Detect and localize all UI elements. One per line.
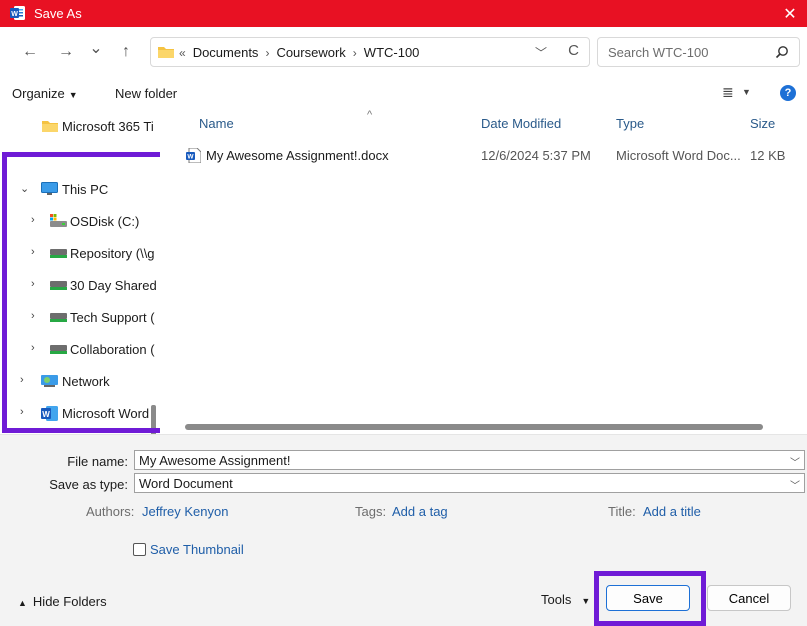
annotation-highlight-save (594, 571, 706, 626)
chevron-down-icon[interactable]: ▼ (742, 87, 751, 97)
file-name-label: File name: (67, 454, 128, 469)
save-as-type-label: Save as type: (49, 477, 128, 492)
chevron-down-icon: ▼ (581, 596, 591, 606)
command-bar: Organize ▼ New folder ≣ ▼ ? (0, 77, 807, 109)
recent-locations-button[interactable]: ⌄ (84, 36, 108, 60)
address-dropdown-icon[interactable]: ﹀ (535, 44, 547, 61)
word-icon: W (10, 6, 25, 20)
close-button[interactable]: ✕ (773, 0, 807, 27)
file-list: Name ^ Date Modified Type Size W My Awes… (160, 109, 807, 434)
authors-label: Authors: (86, 504, 135, 519)
chevron-down-icon[interactable]: ﹀ (790, 477, 800, 492)
search-box[interactable]: Search WTC-100 (597, 37, 800, 67)
column-header-label: Name (199, 116, 234, 131)
new-folder-button[interactable]: New folder (115, 86, 177, 101)
file-name-cell: My Awesome Assignment!.docx (206, 148, 389, 163)
search-input[interactable]: Search WTC-100 (608, 45, 708, 60)
checkbox-box[interactable] (133, 543, 146, 556)
authors-value[interactable]: Jeffrey Kenyon (142, 504, 228, 519)
organize-menu[interactable]: Organize ▼ (12, 86, 78, 101)
column-header-date-modified[interactable]: Date Modified (481, 116, 561, 131)
save-as-type-select[interactable]: Word Document ﹀ (134, 473, 805, 493)
hide-folders-label: Hide Folders (32, 594, 107, 609)
file-size-cell: 12 KB (750, 148, 786, 163)
file-type-cell: Microsoft Word Doc... (616, 148, 741, 163)
title-value[interactable]: Add a title (643, 504, 701, 519)
svg-text:W: W (187, 154, 194, 161)
chevron-down-icon: ▼ (68, 90, 78, 100)
file-name-input[interactable]: My Awesome Assignment! (139, 453, 291, 468)
breadcrumb-wtc-100[interactable]: WTC-100 (364, 45, 420, 60)
sort-ascending-icon: ^ (367, 109, 373, 121)
address-bar[interactable]: « Documents › Coursework › WTC-100 ﹀ C (150, 37, 590, 67)
breadcrumb-documents[interactable]: Documents (193, 45, 259, 60)
save-as-type-value: Word Document (139, 476, 233, 491)
navigation-row: ← → ⌄ ↑ « Documents › Coursework › WTC-1… (0, 27, 807, 77)
save-thumbnail-checkbox[interactable]: Save Thumbnail (133, 542, 244, 557)
breadcrumb: « Documents › Coursework › WTC-100 (179, 45, 419, 60)
file-name-field[interactable]: My Awesome Assignment! ﹀ (134, 450, 805, 470)
back-button[interactable]: ← (18, 40, 42, 64)
breadcrumb-coursework[interactable]: Coursework (276, 45, 345, 60)
tools-label: Tools (541, 592, 572, 607)
chevron-down-icon[interactable]: ﹀ (790, 454, 800, 469)
chevron-up-icon: ▲ (18, 598, 27, 608)
hide-folders-button[interactable]: ▲ Hide Folders (18, 594, 107, 609)
forward-button[interactable]: → (54, 40, 78, 64)
title-label: Title: (608, 504, 636, 519)
view-options-icon[interactable]: ≣ (722, 84, 734, 101)
save-thumbnail-label: Save Thumbnail (150, 542, 244, 557)
folder-icon (158, 47, 174, 58)
column-header-type[interactable]: Type (616, 116, 644, 131)
cancel-button[interactable]: Cancel (707, 585, 791, 611)
breadcrumb-separator-icon: › (352, 45, 357, 60)
sidebar-item-label: Microsoft 365 Ti (62, 119, 154, 134)
file-date-cell: 12/6/2024 5:37 PM (481, 148, 591, 163)
column-header-size[interactable]: Size (750, 116, 775, 131)
annotation-highlight-navigation (2, 152, 167, 433)
organize-label: Organize (12, 86, 65, 101)
save-options-panel: File name: My Awesome Assignment! ﹀ Save… (0, 434, 807, 564)
tools-menu[interactable]: Tools ▼ (541, 592, 590, 607)
up-button[interactable]: ↑ (114, 40, 138, 64)
tags-value[interactable]: Add a tag (392, 504, 448, 519)
title-bar: W Save As ✕ (0, 0, 807, 27)
help-button[interactable]: ? (780, 85, 796, 101)
breadcrumb-separator-icon: › (265, 45, 270, 60)
search-icon (775, 46, 788, 59)
table-row[interactable]: W My Awesome Assignment!.docx 12/6/2024 … (160, 145, 807, 167)
folder-icon (42, 121, 58, 132)
word-document-icon: W (186, 148, 201, 163)
sidebar-item-microsoft-365[interactable]: Microsoft 365 Ti (0, 115, 160, 137)
column-header-name[interactable]: Name ^ (199, 109, 372, 131)
refresh-button[interactable]: C (568, 42, 579, 59)
horizontal-scrollbar[interactable] (185, 424, 763, 430)
window-title: Save As (34, 6, 82, 21)
tags-label: Tags: (355, 504, 387, 519)
breadcrumb-overflow[interactable]: « (179, 46, 186, 60)
svg-text:W: W (11, 11, 18, 18)
